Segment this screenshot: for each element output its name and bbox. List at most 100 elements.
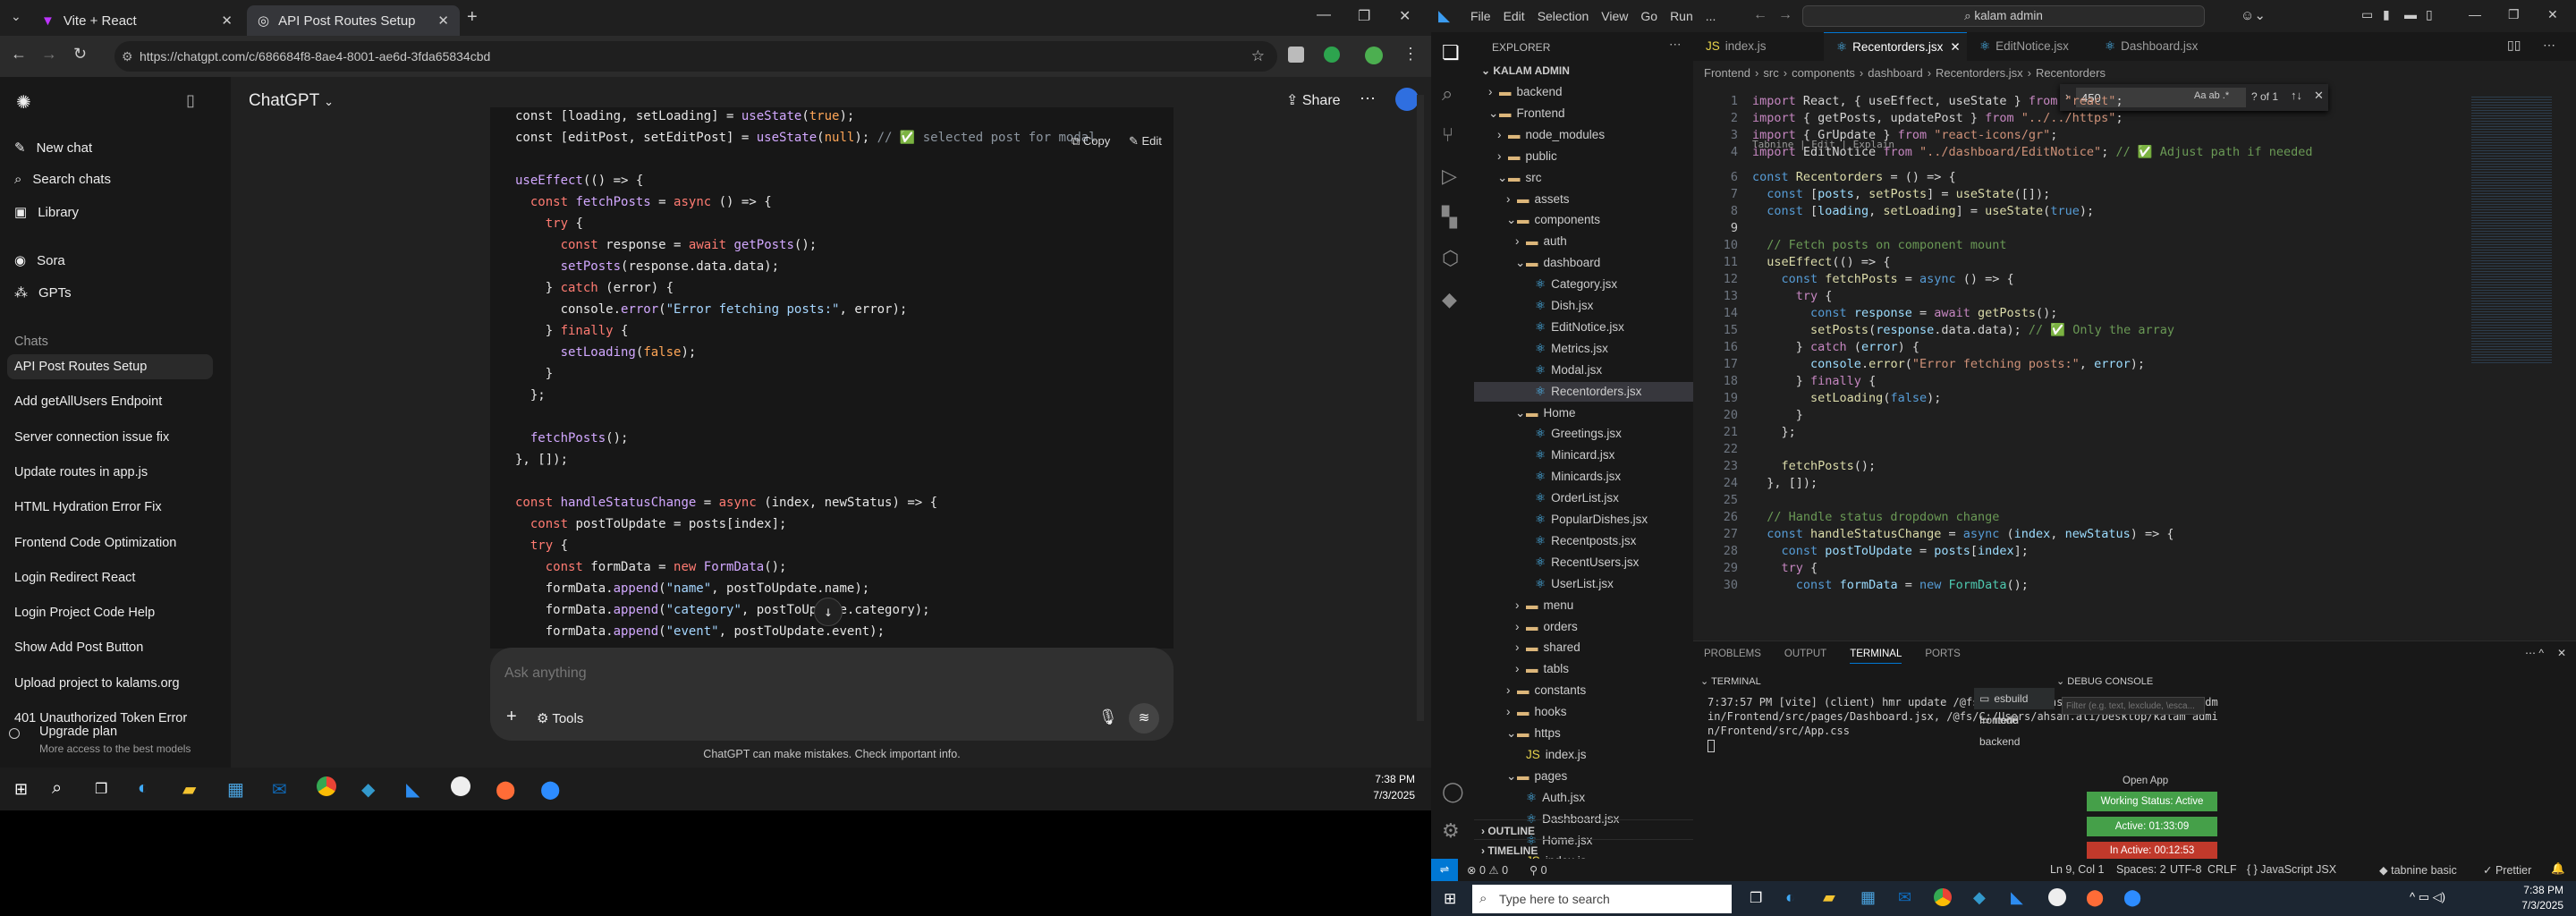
chat-list-item[interactable]: Update routes in app.js xyxy=(14,465,211,479)
extension-icon[interactable] xyxy=(1288,47,1304,63)
tree-folder[interactable]: ⌄▬ dashboard xyxy=(1474,253,1693,273)
chat-list-item[interactable]: Server connection issue fix xyxy=(14,430,211,445)
scroll-down-button[interactable]: ↓ xyxy=(814,598,843,626)
user-avatar[interactable] xyxy=(1395,88,1419,111)
tree-folder[interactable]: › ▬ tabls xyxy=(1474,659,1693,679)
source-control-icon[interactable]: ⑂ xyxy=(1442,123,1453,147)
close-icon[interactable]: ✕ xyxy=(221,13,233,29)
store-icon[interactable]: ▦ xyxy=(1860,888,1876,907)
tabnine-icon[interactable]: ◆ xyxy=(1442,288,1457,311)
task-view-icon[interactable]: ❐ xyxy=(1750,889,1762,907)
panel-tab[interactable]: PROBLEMS xyxy=(1704,649,1761,664)
run-debug-icon[interactable]: ▷ xyxy=(1442,165,1457,188)
maximize-panel-icon[interactable]: ⋯ ^ xyxy=(2525,647,2544,659)
address-bar[interactable]: ⚙ https://chatgpt.com/c/686684f8-8ae4-80… xyxy=(114,41,1277,72)
layout-icon[interactable]: ▭ xyxy=(2361,7,2373,22)
postman-icon[interactable]: ⬤ xyxy=(2086,888,2104,907)
close-find-icon[interactable]: ✕ xyxy=(2314,89,2324,103)
toggle-secondary-icon[interactable]: ▯ xyxy=(2426,7,2433,22)
tree-folder[interactable]: › ▬ constants xyxy=(1474,681,1693,700)
line-ending[interactable]: CRLF xyxy=(2207,863,2237,876)
gpts-button[interactable]: ⁂ GPTs xyxy=(14,284,72,301)
clock[interactable]: 7:38 PM 7/3/2025 xyxy=(2483,884,2563,912)
panel-tab[interactable]: TERMINAL xyxy=(1850,649,1902,664)
remote-icon[interactable]: ⬡ xyxy=(1442,247,1459,270)
file-explorer-icon[interactable]: ▰ xyxy=(182,778,196,801)
tabnine-status[interactable]: ◆ tabnine basic xyxy=(2379,863,2457,877)
edit-button[interactable]: ✎ Edit xyxy=(1129,134,1162,148)
terminal-instance[interactable]: ▭ esbuild frontend xyxy=(1974,688,2055,726)
close-panel-icon[interactable]: ✕ xyxy=(2557,647,2566,659)
problems-indicator[interactable]: ⊗ 0 ⚠ 0 xyxy=(1467,863,1508,877)
chat-list-item[interactable]: Upload project to kalams.org xyxy=(14,676,211,691)
tree-folder[interactable]: › ▬ auth xyxy=(1474,232,1693,251)
tree-file[interactable]: ⚛ Auth.jsx xyxy=(1474,788,1693,808)
toggle-sidebar-icon[interactable]: ▮ xyxy=(2383,7,2390,22)
share-button[interactable]: ⇪ Share xyxy=(1286,91,1341,109)
tree-folder[interactable]: ⌄▬ src xyxy=(1474,168,1693,188)
minimap[interactable] xyxy=(2471,95,2552,363)
editor-tab[interactable]: ⚛ EditNotice.jsx xyxy=(1967,32,2092,61)
tree-folder[interactable]: ⌄▬ pages xyxy=(1474,767,1693,786)
find-arrows-icon[interactable]: ↑↓ xyxy=(2291,89,2302,102)
tree-file[interactable]: ⚛ Category.jsx xyxy=(1474,275,1693,294)
forward-icon[interactable]: → xyxy=(1778,7,1792,23)
notifications-icon[interactable]: 🔔 xyxy=(2551,862,2565,876)
close-icon[interactable]: ✕ xyxy=(437,13,449,29)
library-button[interactable]: ▣ Library xyxy=(14,204,79,221)
browser-tab-active[interactable]: ◎ API Post Routes Setup ✕ xyxy=(247,5,460,36)
breadcrumb-item[interactable]: Recentorders xyxy=(2036,66,2106,80)
store-icon[interactable]: ▦ xyxy=(227,778,244,801)
tree-folder[interactable]: › ▬ orders xyxy=(1474,617,1693,637)
menu-item[interactable]: File xyxy=(1470,9,1491,23)
close-sidebar-icon[interactable]: ▯ xyxy=(186,91,195,110)
menu-item[interactable]: Run xyxy=(1670,9,1693,23)
extensions-icon[interactable]: ▚ xyxy=(1442,206,1457,229)
copilot-icon[interactable]: ☺⌄ xyxy=(2241,7,2266,23)
search-icon[interactable]: ⌕ xyxy=(52,778,62,799)
tree-folder[interactable]: ⌄▬ Frontend xyxy=(1474,104,1693,123)
vscode-icon[interactable]: ◣ xyxy=(406,778,419,801)
chat-list-item[interactable]: 401 Unauthorized Token Error xyxy=(14,711,211,725)
app-icon[interactable]: ◆ xyxy=(361,778,375,801)
search-chats-button[interactable]: ⌕ Search chats xyxy=(14,172,111,187)
back-icon[interactable]: ← xyxy=(11,45,27,64)
more-icon[interactable]: ⋮ xyxy=(1402,45,1419,64)
editor-tab[interactable]: ⚛ Dashboard.jsx xyxy=(2092,32,2217,61)
cursor-position[interactable]: Ln 9, Col 1 xyxy=(2050,863,2104,876)
forward-icon[interactable]: → xyxy=(41,45,57,64)
tree-file[interactable]: ⚛ Metrics.jsx xyxy=(1474,339,1693,359)
tree-file[interactable]: ⚛ Greetings.jsx xyxy=(1474,424,1693,444)
breadcrumb-item[interactable]: dashboard xyxy=(1868,66,1922,80)
indentation[interactable]: Spaces: 2 xyxy=(2116,863,2166,876)
microphone-icon[interactable]: 🎙 xyxy=(1098,708,1118,726)
menu-item[interactable]: View xyxy=(1601,9,1628,23)
close-icon[interactable]: ✕ xyxy=(1950,40,1960,54)
remote-indicator-icon[interactable]: ⇌ xyxy=(1431,859,1458,881)
upgrade-plan-button[interactable]: Upgrade plan xyxy=(39,725,117,739)
tools-button[interactable]: ⚙ Tools xyxy=(537,710,583,726)
postman-icon[interactable]: ⬤ xyxy=(496,778,515,801)
tree-file[interactable]: ⚛ OrderList.jsx xyxy=(1474,488,1693,508)
app-icon[interactable]: ◆ xyxy=(1973,888,1986,907)
menu-item[interactable]: Edit xyxy=(1504,9,1525,23)
command-center[interactable]: ⌕ kalam admin xyxy=(1802,5,2205,27)
tree-file[interactable]: ⚛ Minicards.jsx xyxy=(1474,467,1693,487)
clock[interactable]: 7:38 PM 7/3/2025 xyxy=(1333,773,1415,802)
chat-list-item[interactable]: Login Project Code Help xyxy=(14,606,211,620)
chat-list-item[interactable]: Show Add Post Button xyxy=(14,640,211,655)
openai-logo-icon[interactable]: ✺ xyxy=(16,91,31,114)
chrome-icon[interactable] xyxy=(317,776,336,796)
new-tab-button[interactable]: + xyxy=(467,7,478,28)
account-icon[interactable]: ◯ xyxy=(1442,780,1464,803)
chat-list-item[interactable]: Add getAllUsers Endpoint xyxy=(14,394,211,409)
voice-mode-button[interactable]: ≋ xyxy=(1129,703,1159,734)
tree-folder[interactable]: ⌄▬ https xyxy=(1474,724,1693,743)
close-window-button[interactable]: ✕ xyxy=(1399,7,1411,25)
tree-file[interactable]: ⚛ Recentorders.jsx xyxy=(1474,381,1693,402)
model-selector[interactable]: ChatGPT ⌄ xyxy=(249,91,334,111)
more-options-icon[interactable]: ⋯ xyxy=(1360,89,1376,108)
windows-start-icon[interactable]: ⊞ xyxy=(14,780,28,799)
explorer-icon[interactable]: ❏ xyxy=(1442,41,1460,64)
more-icon[interactable]: ⋯ xyxy=(2543,38,2555,53)
